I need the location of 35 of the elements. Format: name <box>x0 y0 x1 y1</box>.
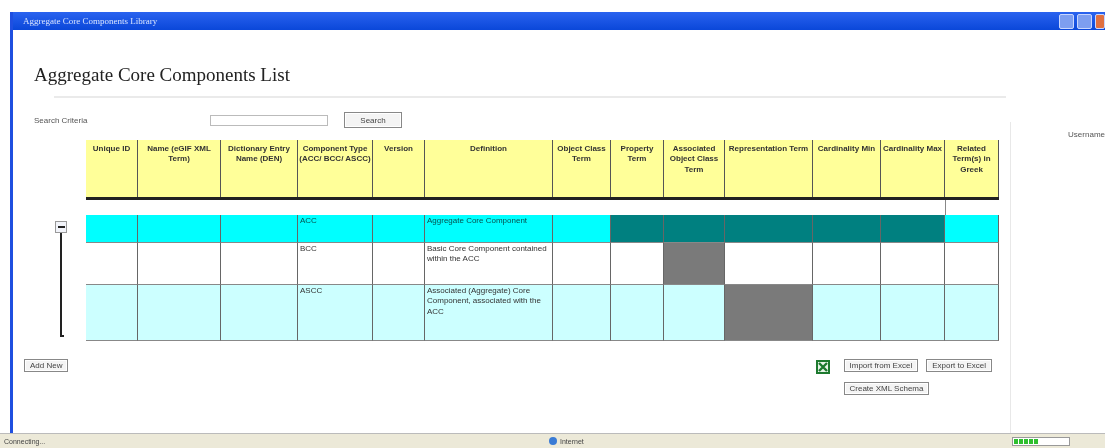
add-new-button[interactable]: Add New <box>24 359 69 372</box>
column-header: Related Term(s) in Greek <box>945 140 999 197</box>
column-header: Name (eGIF XML Term) <box>138 140 221 197</box>
column-header: Property Term <box>611 140 664 197</box>
table-cell: Basic Core Component contained within the ACC <box>425 243 553 285</box>
column-header: Component Type (ACC/ BCC/ ASCC) <box>298 140 373 197</box>
table-cell: Associated (Aggregate) Core Component, associated with the ACC <box>425 285 553 341</box>
minimize-icon[interactable] <box>1059 13 1074 29</box>
column-header: Object Class Term <box>553 140 611 197</box>
column-header: Cardinality Min <box>813 140 881 197</box>
table-cell: ACC <box>298 215 373 243</box>
column-header: Version <box>373 140 425 197</box>
table-cell: BCC <box>298 243 373 285</box>
column-header: Dictionary Entry Name (DEN) <box>221 140 298 197</box>
create-schema-button[interactable]: Create XML Schema <box>843 382 930 395</box>
import-button[interactable]: Import from Excel <box>843 359 919 372</box>
export-button[interactable]: Export to Excel <box>926 359 992 372</box>
spreadsheet-icon[interactable] <box>815 360 830 374</box>
search-label: Search Criteria <box>34 115 89 125</box>
column-header: Representation Term <box>725 140 813 197</box>
column-header: Unique ID <box>86 140 138 197</box>
window-title: Aggregate Core Components Library <box>23 16 158 26</box>
table-cell: ASCC <box>298 285 373 341</box>
search-button[interactable]: Search <box>344 112 402 128</box>
column-header: Cardinality Max <box>881 140 945 197</box>
page-title: Aggregate Core Components List <box>34 64 291 86</box>
collapse-button[interactable] <box>55 221 67 233</box>
maximize-icon[interactable] <box>1077 13 1092 29</box>
close-icon[interactable] <box>1095 13 1105 29</box>
column-header: Definition <box>425 140 553 197</box>
column-header: Associated Object Class Term <box>664 140 725 197</box>
globe-icon <box>549 437 557 445</box>
username-label: Username <box>1068 130 1105 139</box>
search-field[interactable] <box>210 114 328 126</box>
table-cell: Aggregate Core Component <box>425 215 553 243</box>
